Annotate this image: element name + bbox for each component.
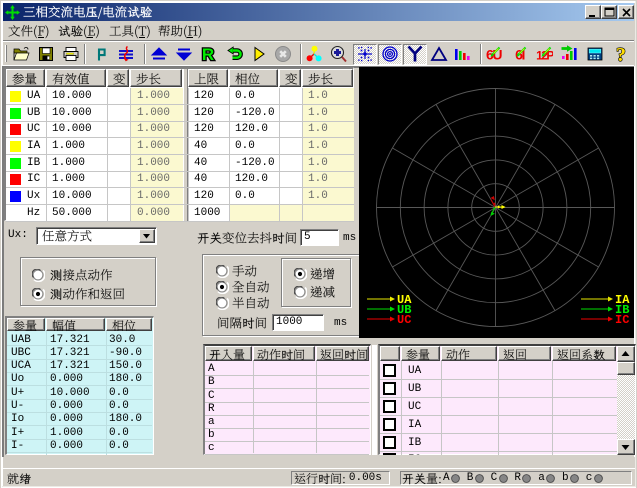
svg-text:R: R [202,45,214,63]
svg-text:6U: 6U [486,47,502,63]
svg-text:?: ? [616,45,626,63]
svg-text:IC: IC [615,313,629,327]
svg-text:12P: 12P [536,49,553,63]
svg-text:UC: UC [397,313,411,327]
